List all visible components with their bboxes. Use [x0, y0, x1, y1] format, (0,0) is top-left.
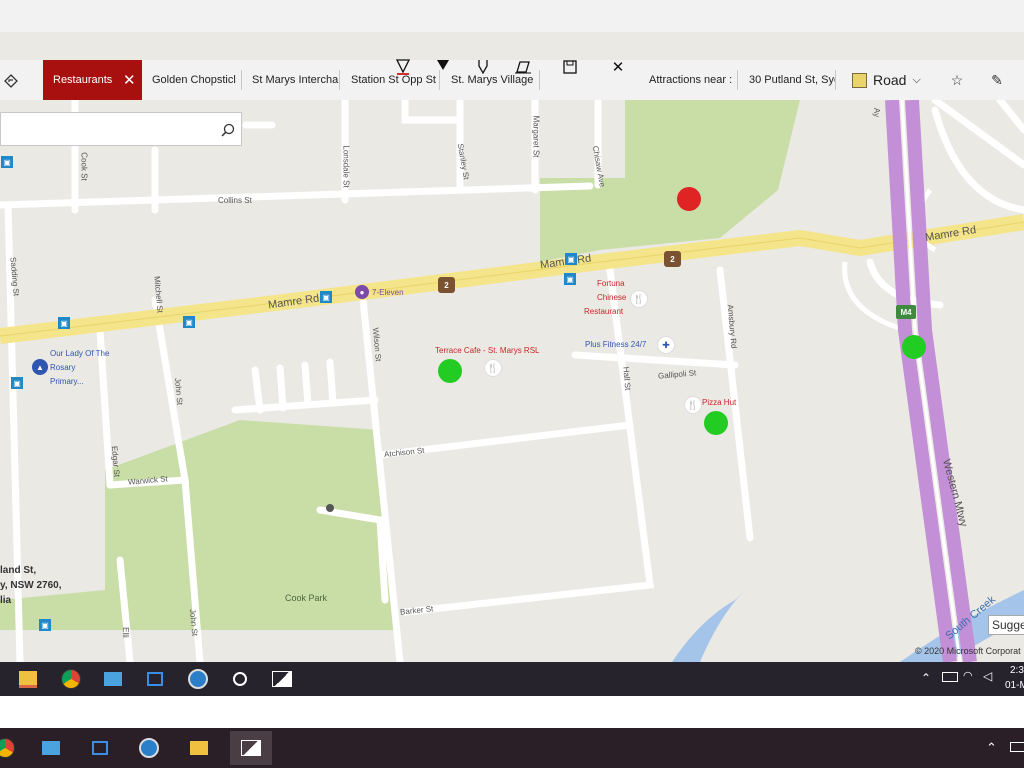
- bus-stop-icon[interactable]: ▣: [39, 619, 51, 631]
- window-icon[interactable]: [83, 731, 117, 765]
- red-marker[interactable]: [677, 187, 701, 211]
- bus-stop-icon[interactable]: ▣: [320, 291, 332, 303]
- close-icon[interactable]: ✕: [608, 57, 628, 77]
- address-line: lia: [0, 595, 12, 606]
- tab-restaurants[interactable]: Restaurants ✕: [43, 60, 142, 100]
- green-marker[interactable]: [902, 335, 926, 359]
- address-line: y, NSW 2760,: [0, 580, 62, 591]
- poi-school-line2[interactable]: Rosary: [50, 363, 75, 372]
- file-explorer-icon[interactable]: [11, 662, 45, 696]
- poi-fortuna-line2[interactable]: Chinese: [597, 293, 626, 302]
- wifi-icon[interactable]: ◠: [963, 669, 973, 682]
- street-label: Ay: [872, 107, 882, 118]
- photos-icon[interactable]: [230, 731, 272, 765]
- battery-icon[interactable]: [1010, 742, 1024, 752]
- restaurant-icon[interactable]: 🍴: [684, 396, 702, 414]
- street-label: Collins St: [218, 196, 252, 205]
- highlighter-icon[interactable]: [474, 57, 492, 77]
- tab-label: Attractions near :: [649, 74, 733, 86]
- poi-7-eleven[interactable]: 7-Eleven: [372, 288, 404, 297]
- ink-pen-icon[interactable]: ✎: [988, 71, 1006, 89]
- save-icon[interactable]: [560, 57, 580, 77]
- title-bar: —: [0, 0, 1024, 45]
- control-panel-icon[interactable]: [96, 662, 130, 696]
- map-style-button[interactable]: Road ⌵: [842, 60, 932, 100]
- window-icon[interactable]: [138, 662, 172, 696]
- tab-attractions[interactable]: Attractions near :: [640, 60, 738, 100]
- taskbar: ⌃ ◠ ◁ 2:3 01-M: [0, 662, 1024, 696]
- globe-icon[interactable]: [132, 731, 166, 765]
- bus-stop-icon[interactable]: ▣: [1, 156, 13, 168]
- volume-icon[interactable]: ◁: [983, 669, 992, 683]
- search-box[interactable]: [0, 112, 242, 146]
- tab-label: St Marys Intercha: [252, 74, 339, 86]
- fitness-icon[interactable]: ✚: [657, 336, 675, 354]
- green-marker[interactable]: [438, 359, 462, 383]
- tab-putland-st[interactable]: 30 Putland St, Syc: [738, 60, 836, 100]
- poi-school-line1[interactable]: Our Lady Of The: [50, 349, 109, 358]
- poi-pizza-hut[interactable]: Pizza Hut: [702, 398, 736, 407]
- show-hidden-icons-chevron[interactable]: ⌃: [986, 740, 997, 756]
- road-map-icon: [852, 72, 867, 88]
- copyright-text: © 2020 Microsoft Corporat: [915, 646, 1021, 656]
- restaurant-icon[interactable]: 🍴: [630, 290, 648, 308]
- park-label: Cook Park: [285, 593, 328, 603]
- bus-stop-icon[interactable]: ▣: [565, 253, 577, 265]
- restaurant-icon[interactable]: 🍴: [484, 359, 502, 377]
- bus-stop-icon[interactable]: ▣: [58, 317, 70, 329]
- taskbar-secondary: ⌃: [0, 728, 1024, 768]
- search-icon[interactable]: [219, 121, 237, 139]
- map-style-label: Road: [873, 72, 907, 88]
- bus-stop-icon[interactable]: ▣: [564, 273, 576, 285]
- control-panel-icon[interactable]: [34, 731, 68, 765]
- globe-icon[interactable]: [181, 662, 215, 696]
- street-label: Cook St: [79, 152, 89, 181]
- route-shield: 2: [438, 277, 455, 293]
- poi-fortuna-line1[interactable]: Fortuna: [597, 279, 625, 288]
- bus-stop-icon[interactable]: ▣: [11, 377, 23, 389]
- tab-label: 30 Putland St, Syc: [749, 74, 836, 86]
- mail-icon[interactable]: [182, 731, 216, 765]
- clock-time[interactable]: 2:3: [1010, 665, 1024, 676]
- chevron-down-icon: ⌵: [912, 73, 921, 86]
- route-shield: 2: [664, 251, 681, 267]
- maps-icon[interactable]: [223, 662, 257, 696]
- eraser-icon[interactable]: [513, 57, 533, 77]
- poi-school-line3[interactable]: Primary...: [50, 377, 84, 386]
- chrome-icon[interactable]: [0, 731, 22, 765]
- close-icon[interactable]: ✕: [123, 71, 136, 89]
- ink-toolbar: ✕: [380, 52, 640, 82]
- street-label: Lonsdale St: [341, 145, 351, 188]
- street-label: Hall St: [621, 366, 633, 391]
- suggest-button[interactable]: Sugge: [988, 615, 1024, 635]
- address-line: land St,: [0, 565, 37, 576]
- street-label: Elli: [120, 627, 130, 638]
- tab-label: Restaurants: [53, 74, 113, 86]
- chrome-icon[interactable]: [54, 662, 88, 696]
- ballpoint-pen-icon[interactable]: [394, 57, 412, 77]
- poi-plus-fitness[interactable]: Plus Fitness 24/7: [585, 340, 646, 349]
- tab-st-marys-interchange[interactable]: St Marys Intercha: [242, 60, 340, 100]
- poi-fortuna-line3[interactable]: Restaurant: [584, 307, 623, 316]
- school-icon[interactable]: ▲: [32, 359, 48, 375]
- show-hidden-icons-chevron[interactable]: ⌃: [921, 671, 931, 685]
- tab-label: Golden Chopsticl: [152, 74, 236, 86]
- green-marker[interactable]: [704, 411, 728, 435]
- battery-icon[interactable]: [942, 672, 958, 682]
- tab-golden-chopsticks[interactable]: Golden Chopsticl: [142, 60, 242, 100]
- motorway-shield: M4: [896, 305, 916, 319]
- bus-stop-icon[interactable]: ▣: [183, 316, 195, 328]
- clock-date[interactable]: 01-M: [1005, 680, 1024, 691]
- street-label: Margaret St: [531, 115, 541, 158]
- poi-terrace-cafe[interactable]: Terrace Cafe - St. Marys RSL: [435, 346, 539, 355]
- favorites-icon[interactable]: ☆: [948, 71, 966, 89]
- directions-icon[interactable]: [2, 72, 20, 90]
- store-icon[interactable]: ●: [355, 285, 369, 299]
- pencil-icon[interactable]: [434, 57, 452, 77]
- photos-icon[interactable]: [265, 662, 299, 696]
